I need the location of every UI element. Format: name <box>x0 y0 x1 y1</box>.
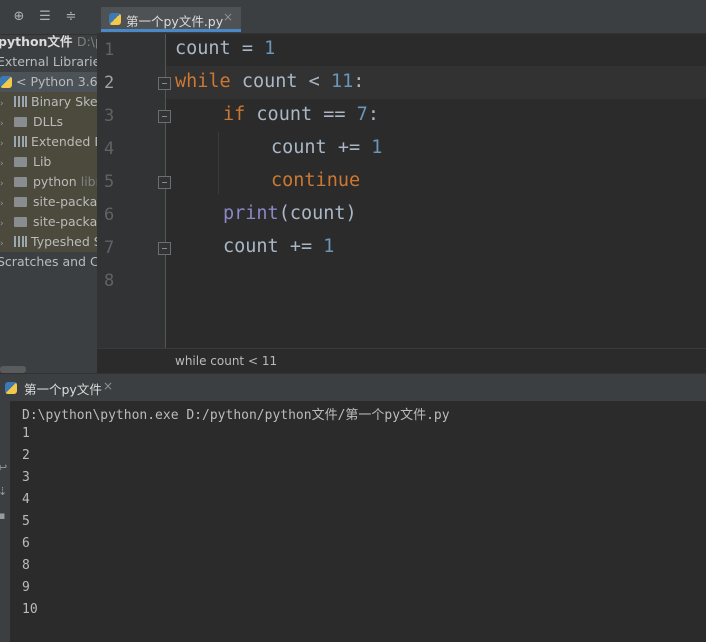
line-number: 8 <box>104 271 115 291</box>
tree-item-label: python文件 <box>0 34 73 49</box>
horizontal-scrollbar[interactable] <box>0 366 26 373</box>
console-line: 4 <box>22 492 30 507</box>
tree-item-label: Lib <box>33 154 52 169</box>
tree-item-python-sdk[interactable]: < Python 3.6 > <box>0 72 97 92</box>
console-line: 10 <box>22 602 38 617</box>
project-panel: ⊕ ☰ ≑ python文件 D:\py External Libraries … <box>0 0 97 373</box>
tree-item-typeshed-stubs[interactable]: › Typeshed S <box>0 232 97 252</box>
run-toolbar: ↩ ⇣ ▪ <box>0 401 10 642</box>
fold-marker-icon[interactable] <box>158 77 171 90</box>
tree-item-project-root[interactable]: python文件 D:\py <box>0 32 97 52</box>
soft-wrap-icon[interactable]: ↩ <box>0 461 7 474</box>
tree-item-label: DLLs <box>33 114 64 129</box>
console-command: D:\python\python.exe D:/python/python文件/… <box>22 408 450 423</box>
code-line-1: count = 1 <box>175 38 276 59</box>
console-line: 3 <box>22 470 30 485</box>
fold-marker-icon[interactable] <box>158 110 171 123</box>
tree-item-lib[interactable]: › Lib <box>0 152 97 172</box>
code-line-7: count += 1 <box>223 236 335 257</box>
tree-item-path: D:\py <box>76 34 97 49</box>
chevron-right-icon[interactable]: › <box>0 134 8 154</box>
chevron-right-icon[interactable]: › <box>0 234 8 254</box>
tree-item-label: Scratches and Co <box>0 254 97 269</box>
scroll-to-end-icon[interactable]: ⇣ <box>0 485 7 498</box>
code-line-4: count += 1 <box>271 137 383 158</box>
fold-marker-icon[interactable] <box>158 242 171 255</box>
tree-item-label: Extended D <box>31 134 97 149</box>
chevron-right-icon[interactable]: › <box>0 154 8 174</box>
tree-item-label: site-packag <box>33 194 97 209</box>
code-line-6: print(count) <box>223 203 357 224</box>
tree-item-site-packages-2[interactable]: › site-packag <box>0 212 97 232</box>
close-icon[interactable]: × <box>223 10 233 24</box>
editor-tab-label: 第一个py文件.py <box>126 14 224 29</box>
console-line: 8 <box>22 558 30 573</box>
chevron-right-icon[interactable]: › <box>0 194 8 214</box>
line-number: 7 <box>104 238 115 258</box>
tree-item-python-library-root[interactable]: › python libr <box>0 172 97 192</box>
python-file-icon <box>109 13 121 25</box>
library-icon <box>14 136 27 147</box>
tree-item-external-libraries[interactable]: External Libraries <box>0 52 97 72</box>
chevron-right-icon[interactable]: › <box>0 94 8 114</box>
folder-icon <box>14 196 27 207</box>
tree-item-label: External Libraries <box>0 54 97 69</box>
line-number: 3 <box>104 106 115 126</box>
line-number: 4 <box>104 139 115 159</box>
python-icon <box>0 75 12 88</box>
console-line: 6 <box>22 536 30 551</box>
print-icon[interactable]: ▪ <box>0 509 5 522</box>
tree-item-dlls[interactable]: › DLLs <box>0 112 97 132</box>
close-icon[interactable]: × <box>103 379 113 393</box>
editor-tab-active[interactable]: 第一个py文件.py × <box>101 7 241 32</box>
expand-all-icon[interactable]: ☰ <box>37 9 53 25</box>
line-number: 6 <box>104 205 115 225</box>
project-toolbar: ⊕ ☰ ≑ <box>0 0 97 35</box>
tree-item-scratches[interactable]: Scratches and Co <box>0 252 97 272</box>
tree-item-label: Binary Skele <box>31 94 97 109</box>
folder-icon <box>14 116 27 127</box>
collapse-all-icon[interactable]: ≑ <box>63 9 79 25</box>
console-line: 9 <box>22 580 30 595</box>
tree-item-extended-definitions[interactable]: › Extended D <box>0 132 97 152</box>
line-number: 5 <box>104 172 115 192</box>
breadcrumb[interactable]: while count < 11 <box>175 354 277 368</box>
folder-icon <box>14 216 27 227</box>
fold-marker-icon[interactable] <box>158 176 171 189</box>
code-line-3: if count == 7: <box>223 104 379 125</box>
tree-item-label: site-packag <box>33 214 97 229</box>
chevron-right-icon[interactable]: › <box>0 114 8 134</box>
python-icon <box>5 382 17 394</box>
library-icon <box>14 236 27 247</box>
console-line: 2 <box>22 448 30 463</box>
console-line: 1 <box>22 426 30 441</box>
line-number: 2 <box>104 73 115 93</box>
console-line: 5 <box>22 514 30 529</box>
indent-guide <box>218 132 219 194</box>
tree-item-label: python <box>33 174 77 189</box>
tree-item-label: Typeshed S <box>31 234 97 249</box>
tree-item-site-packages-1[interactable]: › site-packag <box>0 192 97 212</box>
console-output[interactable] <box>10 401 706 642</box>
tree-item-hint: libr <box>80 174 97 189</box>
chevron-right-icon[interactable]: › <box>0 214 8 234</box>
code-line-2: while count < 11: <box>175 71 365 92</box>
tree-item-binary-skeletons[interactable]: › Binary Skele <box>0 92 97 112</box>
folder-icon <box>14 156 27 167</box>
library-icon <box>14 96 27 107</box>
run-tab-label: 第一个py文件 <box>24 382 102 397</box>
line-number: 1 <box>104 40 115 60</box>
crosshair-icon[interactable]: ⊕ <box>11 9 27 25</box>
code-line-5: continue <box>271 170 361 191</box>
tree-item-label: < Python 3.6 > <box>16 74 97 89</box>
chevron-right-icon[interactable]: › <box>0 174 8 194</box>
folder-icon <box>14 176 27 187</box>
